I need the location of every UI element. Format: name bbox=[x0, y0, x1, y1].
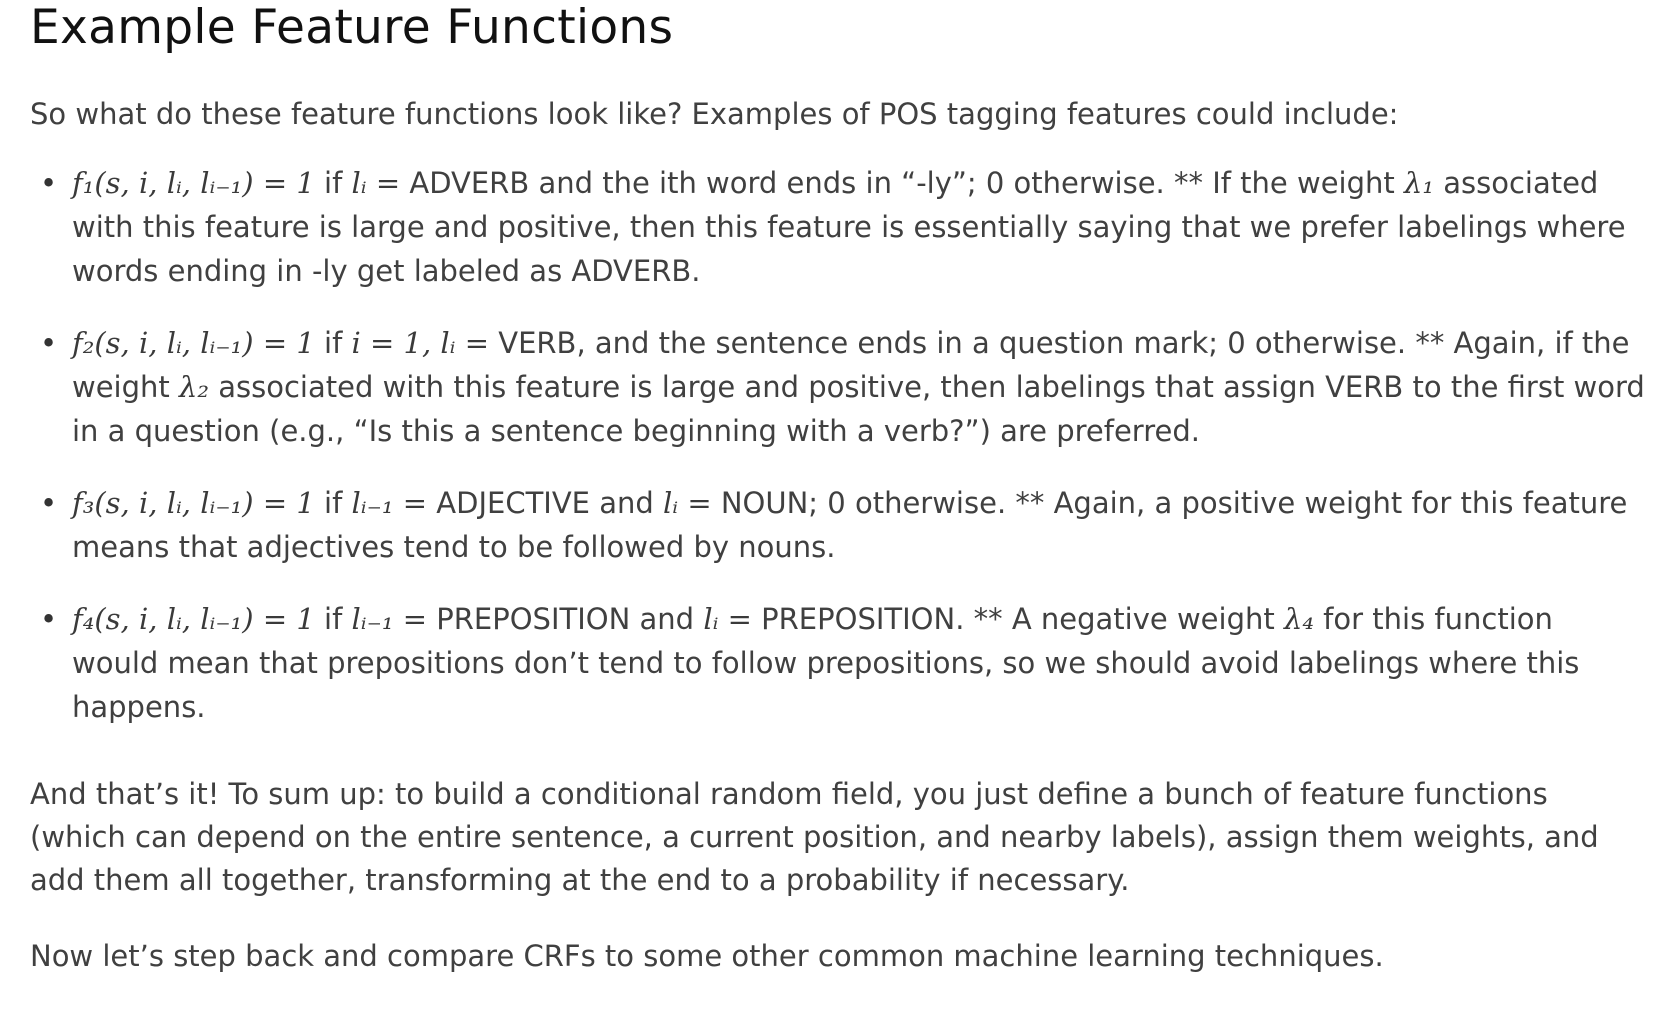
feature-function-formula: f₄(s, i, lᵢ, lᵢ₋₁) = 1 bbox=[72, 602, 315, 636]
bullet-icon: • bbox=[40, 166, 58, 200]
article: Example Feature Functions So what do the… bbox=[30, 0, 1645, 978]
feature-condition-formula: lᵢ₋₁ = bbox=[351, 486, 428, 520]
feature-condition-formula: lᵢ = bbox=[351, 166, 401, 200]
section-heading: Example Feature Functions bbox=[30, 0, 674, 55]
feature-text: ADJECTIVE and bbox=[427, 486, 663, 520]
bullet-icon: • bbox=[40, 486, 58, 520]
feature-condition-formula: lᵢ = bbox=[703, 602, 752, 636]
bullet-icon: • bbox=[40, 326, 58, 360]
feature-condition-formula: i = 1, lᵢ = bbox=[351, 326, 490, 360]
feature-function-formula: f₂(s, i, lᵢ, lᵢ₋₁) = 1 bbox=[72, 326, 315, 360]
feature-text: PREPOSITION and bbox=[427, 602, 704, 636]
feature-text: if bbox=[314, 602, 352, 636]
intro-paragraph: So what do these feature functions look … bbox=[30, 97, 1399, 131]
feature-text: if bbox=[314, 486, 352, 520]
feature-weight-symbol: λ₂ bbox=[179, 370, 210, 404]
feature-item-2: • f₂(s, i, lᵢ, lᵢ₋₁) = 1 if i = 1, lᵢ = … bbox=[30, 321, 1645, 453]
bullet-icon: • bbox=[40, 602, 58, 636]
feature-condition-formula: lᵢ = bbox=[663, 486, 712, 520]
feature-text: ADVERB and the ith word ends in “-ly”; 0… bbox=[400, 166, 1404, 200]
feature-function-formula: f₁(s, i, lᵢ, lᵢ₋₁) = 1 bbox=[72, 166, 315, 200]
feature-item-1: • f₁(s, i, lᵢ, lᵢ₋₁) = 1 if lᵢ = ADVERB … bbox=[30, 161, 1645, 293]
feature-text: associated with this feature is large an… bbox=[72, 370, 1645, 448]
feature-weight-symbol: λ₄ bbox=[1283, 602, 1314, 636]
feature-item-3: • f₃(s, i, lᵢ, lᵢ₋₁) = 1 if lᵢ₋₁ = ADJEC… bbox=[30, 481, 1645, 569]
feature-text: if bbox=[314, 166, 352, 200]
feature-item-4: • f₄(s, i, lᵢ, lᵢ₋₁) = 1 if lᵢ₋₁ = PREPO… bbox=[30, 597, 1645, 729]
feature-text: PREPOSITION. ** A negative weight bbox=[751, 602, 1284, 636]
feature-function-formula: f₃(s, i, lᵢ, lᵢ₋₁) = 1 bbox=[72, 486, 315, 520]
feature-list: • f₁(s, i, lᵢ, lᵢ₋₁) = 1 if lᵢ = ADVERB … bbox=[30, 161, 1645, 729]
conclusion-paragraph: And that’s it! To sum up: to build a con… bbox=[30, 777, 1599, 897]
feature-condition-formula: lᵢ₋₁ = bbox=[351, 602, 428, 636]
transition-paragraph: Now let’s step back and compare CRFs to … bbox=[30, 939, 1384, 973]
feature-weight-symbol: λ₁ bbox=[1403, 166, 1434, 200]
feature-text: if bbox=[314, 326, 352, 360]
